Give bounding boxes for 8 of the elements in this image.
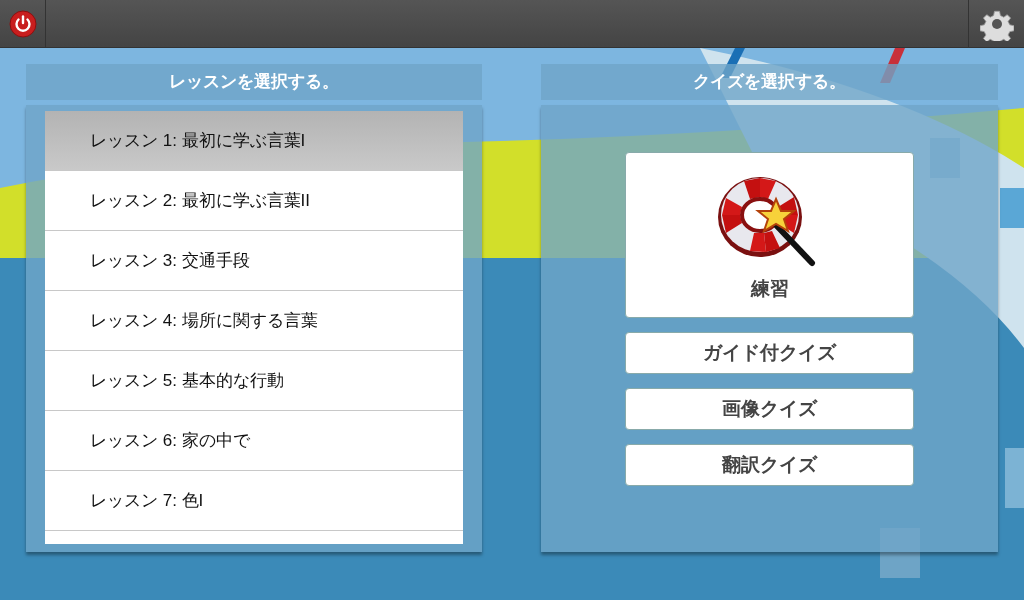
quiz-button[interactable]: ガイド付クイズ [625,332,914,374]
power-icon [8,9,37,38]
quiz-button[interactable]: 画像クイズ [625,388,914,430]
quiz-button[interactable]: 練習 [625,152,914,318]
panel-title: クイズを選択する。 [541,64,998,100]
lesson-item[interactable]: レッスン 1: 最初に学ぶ言葉I [45,111,463,171]
quiz-button[interactable]: 翻訳クイズ [625,444,914,486]
panel-title: レッスンを選択する。 [26,64,482,100]
